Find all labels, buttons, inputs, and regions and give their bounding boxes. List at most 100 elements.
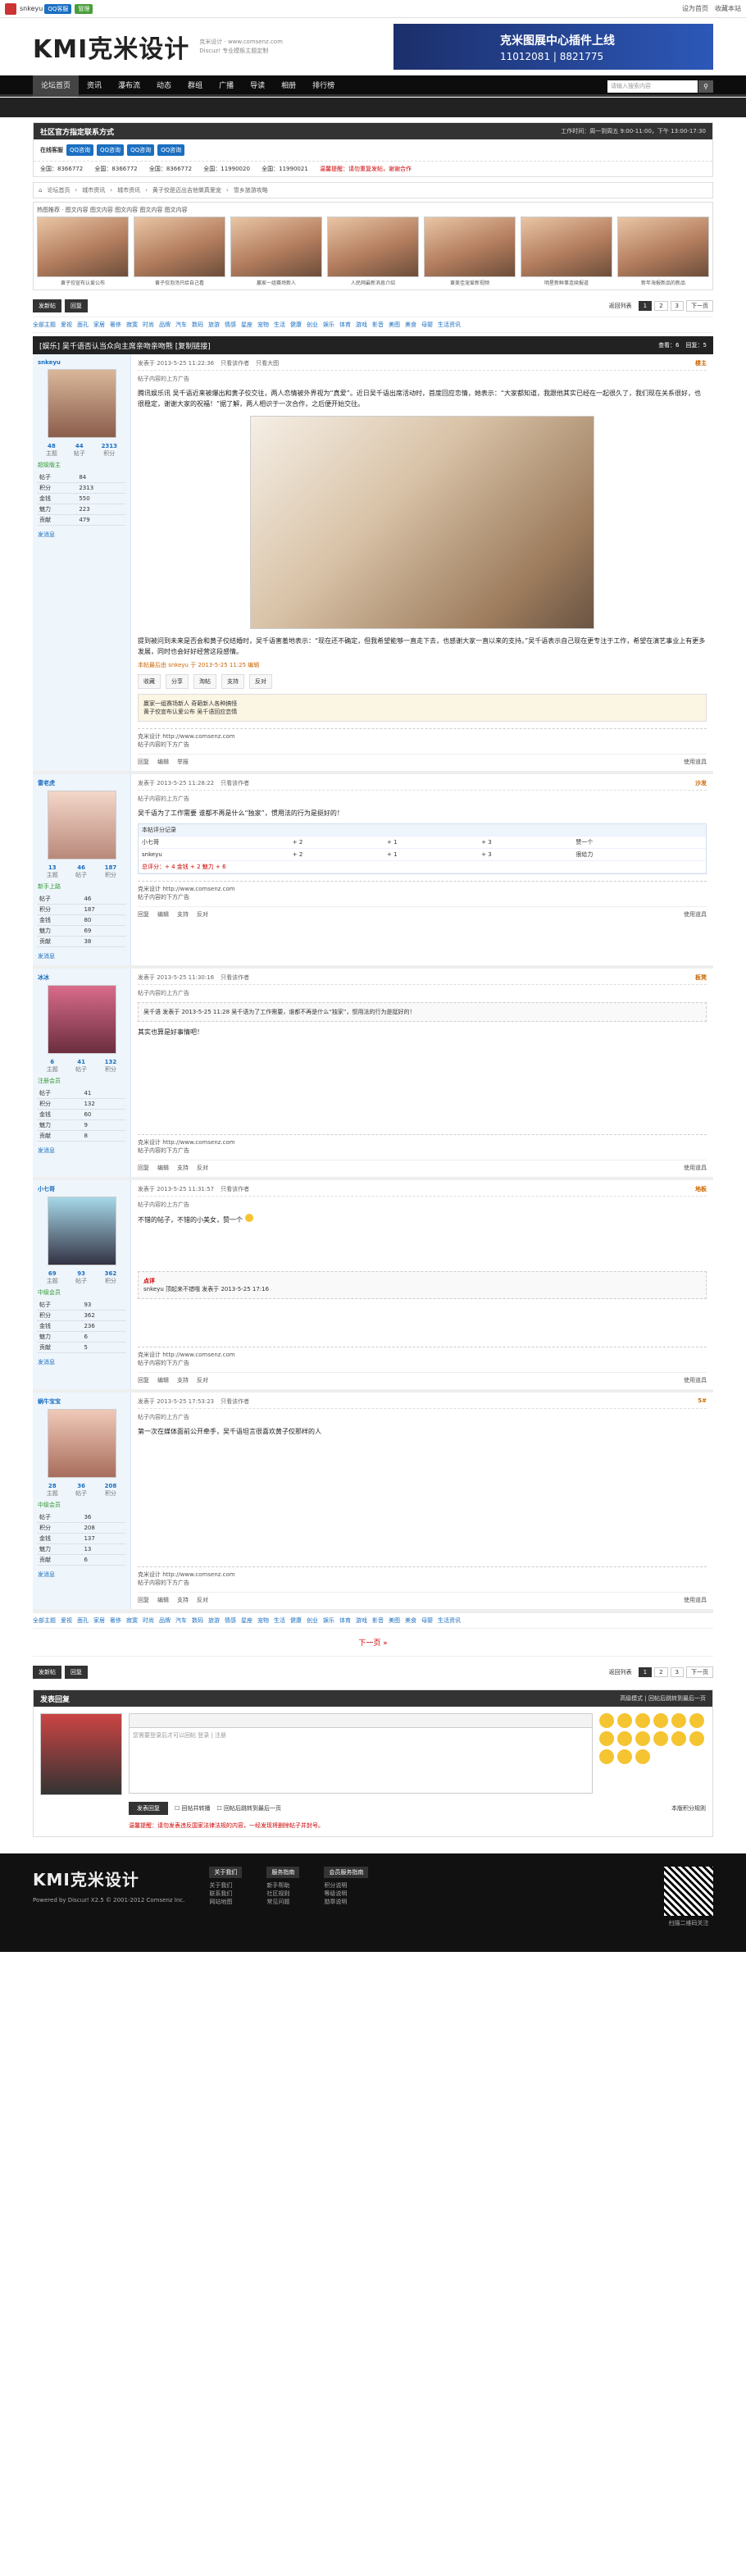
oppose-button[interactable]: 反对 [197,910,208,919]
author-avatar[interactable] [47,1409,116,1478]
site-logo[interactable]: KMI克米设计 [33,29,189,65]
category-tag[interactable]: 星座 [241,321,252,328]
edit-post-button[interactable]: 编辑 [157,1376,169,1384]
nav-feed[interactable]: 动态 [148,75,180,97]
smiley-icon[interactable] [599,1731,614,1746]
footer-link[interactable]: 联系我们 [209,1890,242,1898]
only-author-link[interactable]: 只看该作者 [221,973,249,982]
photo-item[interactable]: 黄子佼泡汤只给自己看 [134,217,225,286]
use-tool-button[interactable]: 使用道具 [684,758,707,766]
category-tag[interactable]: 游戏 [356,1617,367,1624]
search-icon[interactable]: ⚲ [698,80,713,93]
stat-credits[interactable]: 362 积分 [105,1270,117,1285]
post-ad-top[interactable]: 帖子内容的上方广告 [138,989,707,997]
related-link-2[interactable]: 黄子佼宣布认爱公布 吴千语回应恋情 [143,708,701,716]
stat-posts[interactable]: 36 帖子 [75,1483,87,1498]
edit-post-button[interactable]: 编辑 [157,910,169,919]
smiley-icon[interactable] [617,1749,632,1764]
manage-tag[interactable]: 管理 [75,3,93,14]
category-tag[interactable]: 爱视 [61,321,72,328]
reply-button[interactable]: 回复 [65,299,88,312]
only-author-link[interactable]: 只看该作者 [221,1397,249,1406]
oppose-button[interactable]: 反对 [249,674,272,689]
signature-text[interactable]: 克米设计 http://www.comsenz.com [138,732,707,741]
use-tool-button[interactable]: 使用道具 [684,1596,707,1604]
related-link-1[interactable]: 赢家一组赛场新人 奇葩新人各种搞怪 [143,700,701,708]
category-tag[interactable]: 情感 [225,321,236,328]
big-image-link[interactable]: 只看大图 [256,359,279,367]
only-author-link[interactable]: 只看该作者 [221,359,249,367]
category-tag[interactable]: 生活 [274,321,285,328]
collect-button[interactable]: 淘帖 [193,674,216,689]
support-button[interactable]: 支持 [177,910,189,919]
send-message-link[interactable]: 发消息 [38,952,125,960]
nav-broadcast[interactable]: 广播 [211,75,242,97]
category-tag[interactable]: 美食 [405,1617,416,1624]
nav-ranking[interactable]: 排行榜 [304,75,343,97]
category-tag[interactable]: 生活资讯 [438,1617,461,1624]
jump-last-checkbox[interactable]: ☐ 回帖后跳转到最后一页 [217,1804,282,1812]
category-tag[interactable]: 母婴 [421,321,433,328]
score-rules-link[interactable]: 本版积分规则 [671,1804,706,1812]
category-tag[interactable]: 美食 [405,321,416,328]
category-tag[interactable]: 家居 [93,321,105,328]
support-button[interactable]: 支持 [177,1596,189,1604]
post-ad-top[interactable]: 帖子内容的上方广告 [138,795,707,803]
category-tag[interactable]: 数码 [192,1617,203,1624]
stat-threads[interactable]: 28 主题 [47,1483,58,1498]
smiley-icon[interactable] [689,1713,704,1728]
photo-item[interactable]: 人民网最新消息介绍 [327,217,419,286]
stat-posts[interactable]: 93 帖子 [75,1270,87,1285]
author-name[interactable]: 雷老虎 [38,779,125,787]
oppose-button[interactable]: 反对 [197,1376,208,1384]
signature-text[interactable]: 克米设计 http://www.comsenz.com [138,885,707,893]
page-2[interactable]: 2 [654,301,668,311]
header-banner[interactable]: 克米图展中心插件上线 11012081 | 8821775 [393,24,713,70]
signature-text[interactable]: 克米设计 http://www.comsenz.com [138,1138,707,1147]
send-message-link[interactable]: 发消息 [38,1571,125,1579]
qq-button-1[interactable]: QQ咨询 [66,144,94,156]
post-ad-top[interactable]: 帖子内容的上方广告 [138,375,707,383]
back-to-list[interactable]: 返回列表 [605,1667,636,1677]
category-tag[interactable]: 全部主题 [33,321,56,328]
back-to-list[interactable]: 返回列表 [605,301,636,311]
page-2[interactable]: 2 [654,1667,668,1677]
editor-toolbar[interactable] [129,1713,593,1728]
author-avatar[interactable] [47,791,116,859]
category-tag[interactable]: 汽车 [175,321,187,328]
new-thread-button[interactable]: 发新帖 [33,299,61,312]
stat-credits[interactable]: 187 积分 [105,864,117,879]
author-name[interactable]: 蜗牛宝宝 [38,1397,125,1406]
stat-posts[interactable]: 44 帖子 [74,443,85,458]
category-tag[interactable]: 生活资讯 [438,321,461,328]
category-tag[interactable]: 寂寞 [126,321,138,328]
use-tool-button[interactable]: 使用道具 [684,1376,707,1384]
category-tag[interactable]: 影音 [372,321,384,328]
send-message-link[interactable]: 发消息 [38,1147,125,1155]
photo-item[interactable]: 黄美佳宠爱新视频 [424,217,516,286]
post-ad-bottom[interactable]: 帖子内容的下方广告 [138,1147,707,1155]
smiley-icon[interactable] [671,1731,686,1746]
nav-guide[interactable]: 导读 [242,75,273,97]
category-tag[interactable]: 时尚 [143,321,154,328]
next-page[interactable]: 下一页 [686,1666,713,1678]
footer-logo[interactable]: KMI克米设计 [33,1867,184,1890]
author-avatar[interactable] [47,1197,116,1265]
search-input[interactable]: 请输入搜索内容 [607,80,698,93]
photo-item[interactable]: 明星新鲜事连续报道 [521,217,612,286]
edit-post-button[interactable]: 编辑 [157,1596,169,1604]
reply-post-button[interactable]: 回复 [138,1164,149,1172]
share-button[interactable]: 分享 [166,674,189,689]
edit-post-button[interactable]: 编辑 [157,1164,169,1172]
broadcast-checkbox[interactable]: ☐ 回帖并转播 [175,1804,211,1812]
footer-link[interactable]: 积分说明 [324,1881,368,1890]
reply-post-button[interactable]: 回复 [138,758,149,766]
set-homepage-link[interactable]: 设为首页 [682,4,708,13]
qq-tag[interactable]: QQ客服 [44,3,72,14]
footer-link[interactable]: 常见问题 [266,1898,299,1906]
crumb-4[interactable]: 黄子佼是迈出吉他做真爱宠 [152,186,221,194]
smiley-icon[interactable] [689,1731,704,1746]
category-tag[interactable]: 奢侈 [110,321,121,328]
category-tag[interactable]: 娱乐 [323,321,334,328]
stat-credits[interactable]: 2313 积分 [102,443,117,458]
